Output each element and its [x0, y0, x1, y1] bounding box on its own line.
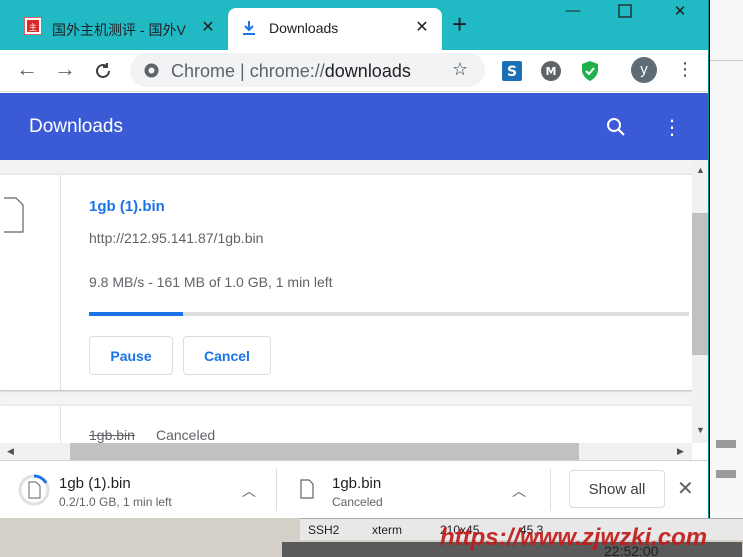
tab-strip: 主 国外主机测评 - 国外V ✕ Downloads ✕ + — ✕: [0, 0, 708, 50]
shelf-item[interactable]: 1gb.bin Canceled ︿: [290, 469, 548, 511]
horizontal-scrollbar[interactable]: ◀ ▶: [0, 443, 692, 460]
url-prefix: chrome://: [249, 61, 325, 81]
chevron-up-icon[interactable]: ︿: [512, 481, 526, 501]
file-name-link[interactable]: 1gb (1).bin: [89, 198, 165, 215]
close-tab-icon[interactable]: ✕: [412, 17, 432, 37]
watermark: https://www.zjwzki.com: [440, 524, 708, 551]
clock: 22:52:00: [604, 543, 659, 557]
svg-text:M: M: [546, 65, 557, 78]
tab-title: Downloads: [269, 20, 339, 36]
shelf-item-name: 1gb (1).bin: [59, 475, 131, 492]
progress-bar: [89, 312, 689, 316]
chrome-icon: [144, 63, 159, 78]
progress-fill: [89, 312, 184, 316]
reload-button[interactable]: [89, 56, 117, 86]
shelf-item-status: Canceled: [332, 495, 383, 509]
browser-window: 主 国外主机测评 - 国外V ✕ Downloads ✕ + — ✕ ← → C…: [0, 0, 709, 518]
vertical-scrollbar[interactable]: ▲ ▼: [692, 160, 708, 443]
downloads-shelf: 1gb (1).bin 0.2/1.0 GB, 1 min left ︿ 1gb…: [0, 460, 708, 518]
close-tab-icon[interactable]: ✕: [198, 17, 218, 37]
download-card: 1gb (1).bin http://212.95.141.87/1gb.bin…: [0, 174, 692, 390]
download-icon: [243, 21, 255, 35]
search-icon[interactable]: [606, 117, 626, 137]
shelf-item[interactable]: 1gb (1).bin 0.2/1.0 GB, 1 min left ︿: [10, 469, 276, 511]
tab-inactive[interactable]: 主 国外主机测评 - 国外V ✕: [10, 8, 228, 50]
download-status: 9.8 MB/s - 161 MB of 1.0 GB, 1 min left: [89, 274, 333, 290]
chevron-up-icon[interactable]: ︿: [242, 481, 256, 501]
minimize-icon[interactable]: —: [558, 2, 588, 19]
horizontal-scroll-thumb[interactable]: [70, 443, 579, 460]
shield-icon[interactable]: [580, 60, 600, 82]
file-icon: [4, 197, 24, 233]
profile-avatar[interactable]: y: [631, 57, 657, 83]
downloads-header: Downloads ⋮: [0, 93, 708, 160]
shelf-item-status: 0.2/1.0 GB, 1 min left: [59, 495, 172, 509]
scheme-separator: |: [240, 61, 245, 81]
more-options-icon[interactable]: ⋮: [662, 115, 682, 140]
scroll-down-icon[interactable]: ▼: [692, 422, 708, 439]
file-name: 1gb.bin: [89, 427, 135, 443]
address-bar[interactable]: Chrome | chrome://downloads ☆: [130, 53, 485, 87]
close-shelf-icon[interactable]: ✕: [677, 476, 694, 501]
taskbar-item[interactable]: SSH2: [308, 523, 339, 537]
vertical-scroll-thumb[interactable]: [692, 213, 708, 355]
scroll-right-icon[interactable]: ▶: [672, 443, 689, 460]
cancel-button[interactable]: Cancel: [183, 336, 271, 375]
download-progress-icon: [18, 474, 50, 506]
pause-button[interactable]: Pause: [89, 336, 173, 375]
tab-title: 国外主机测评 - 国外V: [52, 22, 186, 38]
downloads-list: 1gb (1).bin http://212.95.141.87/1gb.bin…: [0, 160, 692, 443]
scroll-left-icon[interactable]: ◀: [2, 443, 19, 460]
scheme-label: Chrome: [171, 61, 236, 81]
new-tab-button[interactable]: +: [452, 10, 467, 38]
shelf-item-name: 1gb.bin: [332, 475, 382, 492]
file-url[interactable]: http://212.95.141.87/1gb.bin: [89, 230, 263, 246]
menu-icon[interactable]: ⋮: [676, 59, 694, 80]
page-title: Downloads: [29, 116, 123, 137]
tab-active[interactable]: Downloads ✕: [228, 8, 442, 50]
scroll-up-icon[interactable]: ▲: [692, 162, 708, 179]
maximize-icon[interactable]: [610, 4, 640, 22]
file-icon: [300, 479, 314, 499]
bookmark-star-icon[interactable]: ☆: [452, 59, 468, 80]
extension-m-icon[interactable]: M: [541, 61, 561, 81]
site-favicon-icon: 主: [24, 17, 42, 35]
close-window-icon[interactable]: ✕: [665, 2, 695, 20]
taskbar-item[interactable]: xterm: [372, 523, 402, 537]
back-button[interactable]: ←: [13, 56, 41, 82]
background-window: [710, 0, 743, 520]
extension-s-icon[interactable]: S: [502, 61, 522, 81]
svg-text:S: S: [507, 64, 517, 80]
download-card: 1gb.bin Canceled: [0, 405, 692, 443]
toolbar: ← → Chrome | chrome://downloads ☆ S M y …: [0, 50, 708, 92]
show-all-button[interactable]: Show all: [569, 470, 665, 508]
svg-text:主: 主: [29, 22, 37, 32]
url-host: downloads: [324, 61, 411, 81]
forward-button[interactable]: →: [51, 56, 79, 82]
download-status: Canceled: [156, 427, 216, 443]
